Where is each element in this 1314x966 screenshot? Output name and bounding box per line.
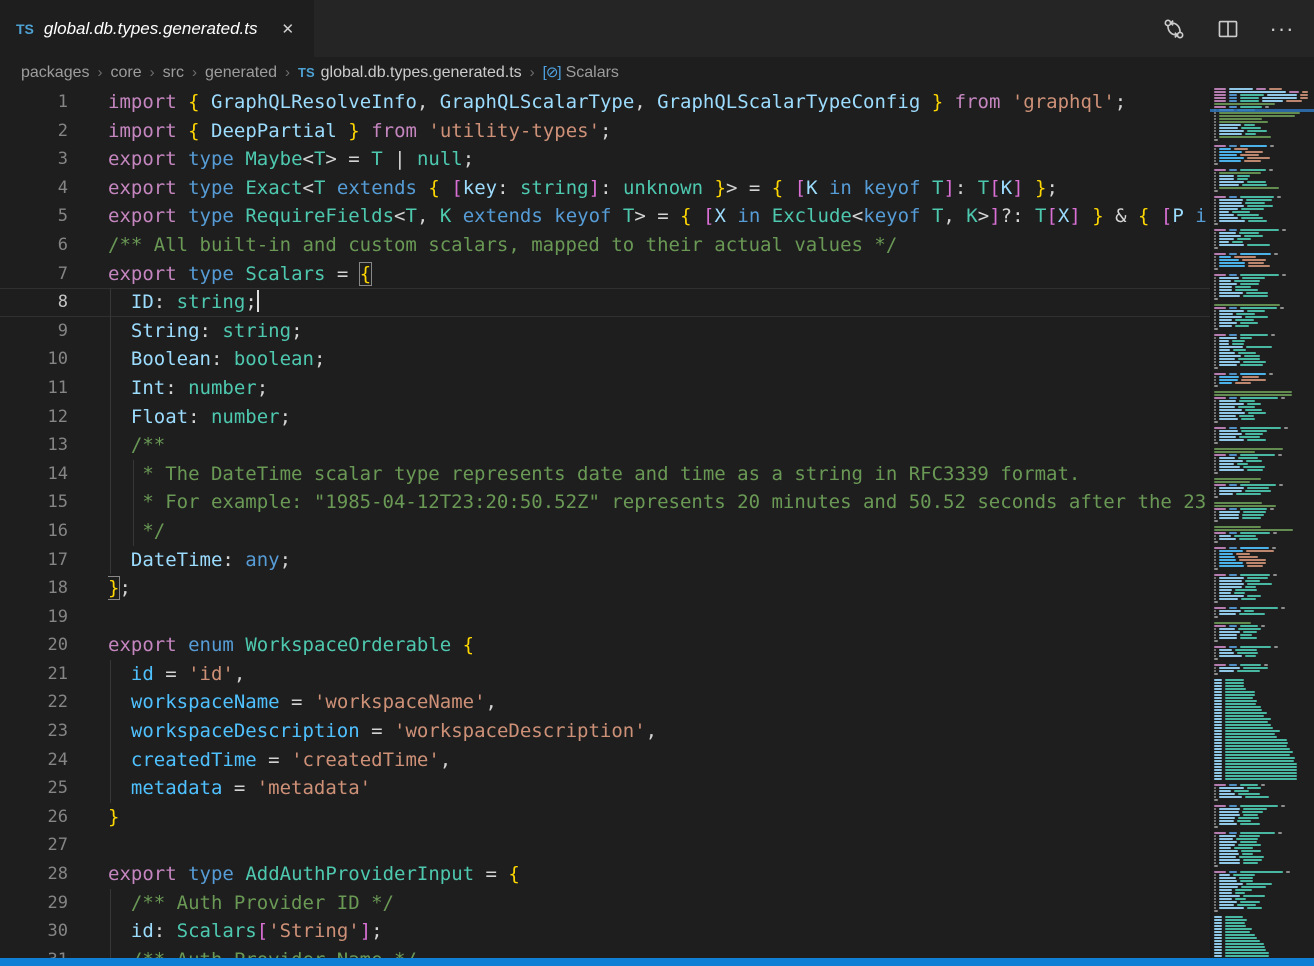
line-number: 13	[0, 431, 68, 460]
breadcrumb-label: global.db.types.generated.ts	[321, 64, 522, 81]
line-number: 3	[0, 145, 68, 174]
code-line[interactable]: 25 metadata = 'metadata'	[0, 774, 1210, 803]
code-line[interactable]: 19	[0, 603, 1210, 632]
code-line[interactable]: 5export type RequireFields<T, K extends …	[0, 202, 1210, 231]
code-line[interactable]: 7export type Scalars = {	[0, 260, 1210, 289]
code-line[interactable]: 6/** All built-in and custom scalars, ma…	[0, 231, 1210, 260]
code-line[interactable]: 2import { DeepPartial } from 'utility-ty…	[0, 117, 1210, 146]
code-line[interactable]: 8 ID: string;	[0, 288, 1210, 317]
line-number: 27	[0, 831, 68, 860]
code-line[interactable]: 13 /**	[0, 431, 1210, 460]
line-number: 9	[0, 317, 68, 346]
code-line[interactable]: 9 String: string;	[0, 317, 1210, 346]
code-line[interactable]: 28export type AddAuthProviderInput = {	[0, 860, 1210, 889]
minimap-current-line-marker	[1210, 109, 1314, 112]
tab-global-db-types-generated[interactable]: TS global.db.types.generated.ts ✕	[0, 0, 314, 57]
line-number: 7	[0, 260, 68, 289]
tab-title: global.db.types.generated.ts	[44, 19, 258, 39]
code-line[interactable]: 20export enum WorkspaceOrderable {	[0, 631, 1210, 660]
breadcrumb-label: core	[111, 64, 142, 81]
line-number: 24	[0, 746, 68, 775]
line-number: 19	[0, 603, 68, 632]
line-number: 23	[0, 717, 68, 746]
line-number: 31	[0, 946, 68, 958]
tab-bar: TS global.db.types.generated.ts ✕ ···	[0, 0, 1314, 57]
code-lines[interactable]: 1import { GraphQLResolveInfo, GraphQLSca…	[0, 88, 1210, 958]
line-number: 20	[0, 631, 68, 660]
code-line[interactable]: 15 * For example: "1985-04-12T23:20:50.5…	[0, 488, 1210, 517]
line-number: 5	[0, 202, 68, 231]
code-line[interactable]: 16 */	[0, 517, 1210, 546]
line-number: 15	[0, 488, 68, 517]
breadcrumb-item-global-db-types-generated-ts[interactable]: TS global.db.types.generated.ts	[296, 64, 524, 82]
open-changes-icon[interactable]	[1162, 17, 1186, 41]
code-line[interactable]: 1import { GraphQLResolveInfo, GraphQLSca…	[0, 88, 1210, 117]
line-number: 4	[0, 174, 68, 203]
text-cursor	[257, 290, 259, 312]
split-editor-icon[interactable]	[1216, 17, 1240, 41]
line-number: 21	[0, 660, 68, 689]
code-editor[interactable]: 1import { GraphQLResolveInfo, GraphQLSca…	[0, 88, 1314, 958]
code-line[interactable]: 24 createdTime = 'createdTime',	[0, 746, 1210, 775]
breadcrumb-label: generated	[205, 64, 277, 81]
close-tab-icon[interactable]: ✕	[278, 18, 299, 40]
chevron-right-icon: ›	[150, 64, 155, 81]
line-number: 18	[0, 574, 68, 603]
chevron-right-icon: ›	[530, 64, 535, 81]
line-number: 30	[0, 917, 68, 946]
code-line[interactable]: 26}	[0, 803, 1210, 832]
more-actions-icon[interactable]: ···	[1270, 17, 1294, 41]
breadcrumb-item-core[interactable]: core	[109, 64, 144, 82]
type-symbol-icon: [⊘]	[543, 64, 561, 81]
code-line[interactable]: 3export type Maybe<T> = T | null;	[0, 145, 1210, 174]
chevron-right-icon: ›	[98, 64, 103, 81]
code-line[interactable]: 10 Boolean: boolean;	[0, 345, 1210, 374]
code-line[interactable]: 23 workspaceDescription = 'workspaceDesc…	[0, 717, 1210, 746]
line-number: 8	[0, 288, 68, 317]
line-number: 25	[0, 774, 68, 803]
breadcrumb-label: Scalars	[566, 64, 619, 81]
minimap[interactable]	[1210, 88, 1314, 958]
code-line[interactable]: 21 id = 'id',	[0, 660, 1210, 689]
line-number: 6	[0, 231, 68, 260]
line-number: 2	[0, 117, 68, 146]
typescript-file-icon: TS	[16, 21, 34, 37]
line-number: 17	[0, 546, 68, 575]
line-number: 11	[0, 374, 68, 403]
line-number: 12	[0, 403, 68, 432]
breadcrumb-item-src[interactable]: src	[161, 64, 186, 82]
code-line[interactable]: 29 /** Auth Provider ID */	[0, 889, 1210, 918]
status-bar	[0, 958, 1314, 966]
line-number: 22	[0, 688, 68, 717]
chevron-right-icon: ›	[192, 64, 197, 81]
code-line[interactable]: 12 Float: number;	[0, 403, 1210, 432]
chevron-right-icon: ›	[285, 64, 290, 81]
line-number: 1	[0, 88, 68, 117]
breadcrumb-item-generated[interactable]: generated	[203, 64, 279, 82]
breadcrumb-label: packages	[21, 64, 90, 81]
typescript-file-icon: TS	[298, 65, 315, 80]
breadcrumb-label: src	[163, 64, 184, 81]
line-number: 14	[0, 460, 68, 489]
code-line[interactable]: 11 Int: number;	[0, 374, 1210, 403]
line-number: 10	[0, 345, 68, 374]
code-line[interactable]: 27	[0, 831, 1210, 860]
line-number: 29	[0, 889, 68, 918]
breadcrumb-item-scalars[interactable]: [⊘] Scalars	[541, 63, 621, 82]
code-line[interactable]: 22 workspaceName = 'workspaceName',	[0, 688, 1210, 717]
code-line[interactable]: 14 * The DateTime scalar type represents…	[0, 460, 1210, 489]
editor-actions: ···	[1162, 0, 1314, 57]
code-line[interactable]: 18};	[0, 574, 1210, 603]
code-line[interactable]: 4export type Exact<T extends { [key: str…	[0, 174, 1210, 203]
breadcrumb: packages › core › src › generated › TS global.db.…	[0, 57, 1314, 88]
code-line[interactable]: 17 DateTime: any;	[0, 546, 1210, 575]
breadcrumb-item-packages[interactable]: packages	[19, 64, 92, 82]
line-number: 16	[0, 517, 68, 546]
code-line[interactable]: 31 /** Auth Provider Name */	[0, 946, 1210, 958]
line-number: 28	[0, 860, 68, 889]
line-number: 26	[0, 803, 68, 832]
code-line[interactable]: 30 id: Scalars['String'];	[0, 917, 1210, 946]
